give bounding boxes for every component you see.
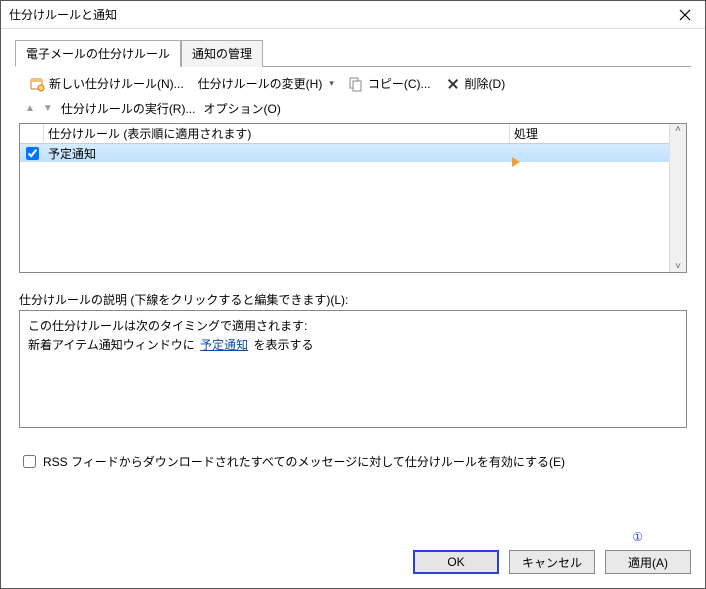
- rule-description-label: 仕分けルールの説明 (下線をクリックすると編集できます)(L):: [19, 291, 687, 308]
- rule-action-icon: [512, 157, 520, 167]
- rules-list-header: 仕分けルール (表示順に適用されます) 処理: [20, 124, 686, 144]
- tab-strip: 電子メールの仕分けルール 通知の管理: [15, 39, 691, 67]
- rule-row-checkbox[interactable]: [20, 147, 44, 160]
- rule-description-line2: 新着アイテム通知ウィンドウに 予定通知 を表示する: [28, 336, 678, 355]
- copy-icon: [348, 76, 364, 92]
- rss-option-row: RSS フィードからダウンロードされたすべてのメッセージに対して仕分けルールを有…: [19, 452, 687, 471]
- change-rule-button[interactable]: 仕分けルールの変更(H): [194, 73, 338, 94]
- rules-subbar: ▲ ▼ 仕分けルールの実行(R)... オプション(O): [15, 98, 691, 123]
- delete-rule-button[interactable]: 削除(D): [441, 73, 510, 94]
- tab-email-rules[interactable]: 電子メールの仕分けルール: [15, 40, 181, 67]
- dialog-footer: OK キャンセル 適用(A): [413, 550, 691, 574]
- rule-desc-post: を表示する: [254, 338, 314, 352]
- new-rule-icon: [29, 76, 45, 92]
- cancel-button[interactable]: キャンセル: [509, 550, 595, 574]
- window-title: 仕分けルールと通知: [9, 6, 665, 23]
- rules-header-name[interactable]: 仕分けルール (表示順に適用されます): [44, 124, 510, 143]
- rss-checkbox[interactable]: [23, 455, 36, 468]
- delete-rule-label: 削除(D): [465, 75, 506, 92]
- apply-button[interactable]: 適用(A): [605, 550, 691, 574]
- scroll-up-icon[interactable]: ˄: [675, 124, 681, 135]
- rules-header-checkbox-col: [20, 124, 44, 142]
- rule-desc-link[interactable]: 予定通知: [198, 338, 250, 352]
- rule-desc-pre: 新着アイテム通知ウィンドウに: [28, 338, 195, 352]
- rules-list: 仕分けルール (表示順に適用されます) 処理 予定通知 ˄ ˅: [19, 123, 687, 273]
- move-down-icon[interactable]: ▼: [43, 103, 53, 114]
- new-rule-label: 新しい仕分けルール(N)...: [49, 75, 184, 92]
- table-row[interactable]: 予定通知: [20, 144, 686, 162]
- rule-checkbox[interactable]: [26, 147, 39, 160]
- copy-rule-label: コピー(C)...: [368, 75, 431, 92]
- options-button[interactable]: オプション(O): [203, 100, 280, 117]
- rules-list-scrollbar[interactable]: ˄ ˅: [669, 124, 686, 272]
- scroll-down-icon[interactable]: ˅: [675, 261, 681, 272]
- annotation-marker: ①: [632, 530, 643, 544]
- tab-manage-alerts[interactable]: 通知の管理: [181, 40, 263, 67]
- rule-row-name: 予定通知: [44, 145, 510, 162]
- move-up-icon[interactable]: ▲: [25, 103, 35, 114]
- close-button[interactable]: [665, 1, 705, 29]
- rules-toolbar: 新しい仕分けルール(N)... 仕分けルールの変更(H) コピー(C)... 削…: [15, 67, 691, 98]
- run-rules-button[interactable]: 仕分けルールの実行(R)...: [61, 100, 196, 117]
- ok-button[interactable]: OK: [413, 550, 499, 574]
- dialog-body: 電子メールの仕分けルール 通知の管理 新しい仕分けルール(N)... 仕分けルー…: [1, 29, 705, 471]
- copy-rule-button[interactable]: コピー(C)...: [344, 73, 435, 94]
- title-bar: 仕分けルールと通知: [1, 1, 705, 29]
- rss-option-label: RSS フィードからダウンロードされたすべてのメッセージに対して仕分けルールを有…: [43, 453, 565, 470]
- rules-header-proc[interactable]: 処理: [510, 124, 686, 143]
- new-rule-button[interactable]: 新しい仕分けルール(N)...: [25, 73, 188, 94]
- rule-description-line1: この仕分けルールは次のタイミングで適用されます:: [28, 317, 678, 336]
- rule-description-box: この仕分けルールは次のタイミングで適用されます: 新着アイテム通知ウィンドウに …: [19, 310, 687, 428]
- delete-icon: [445, 76, 461, 92]
